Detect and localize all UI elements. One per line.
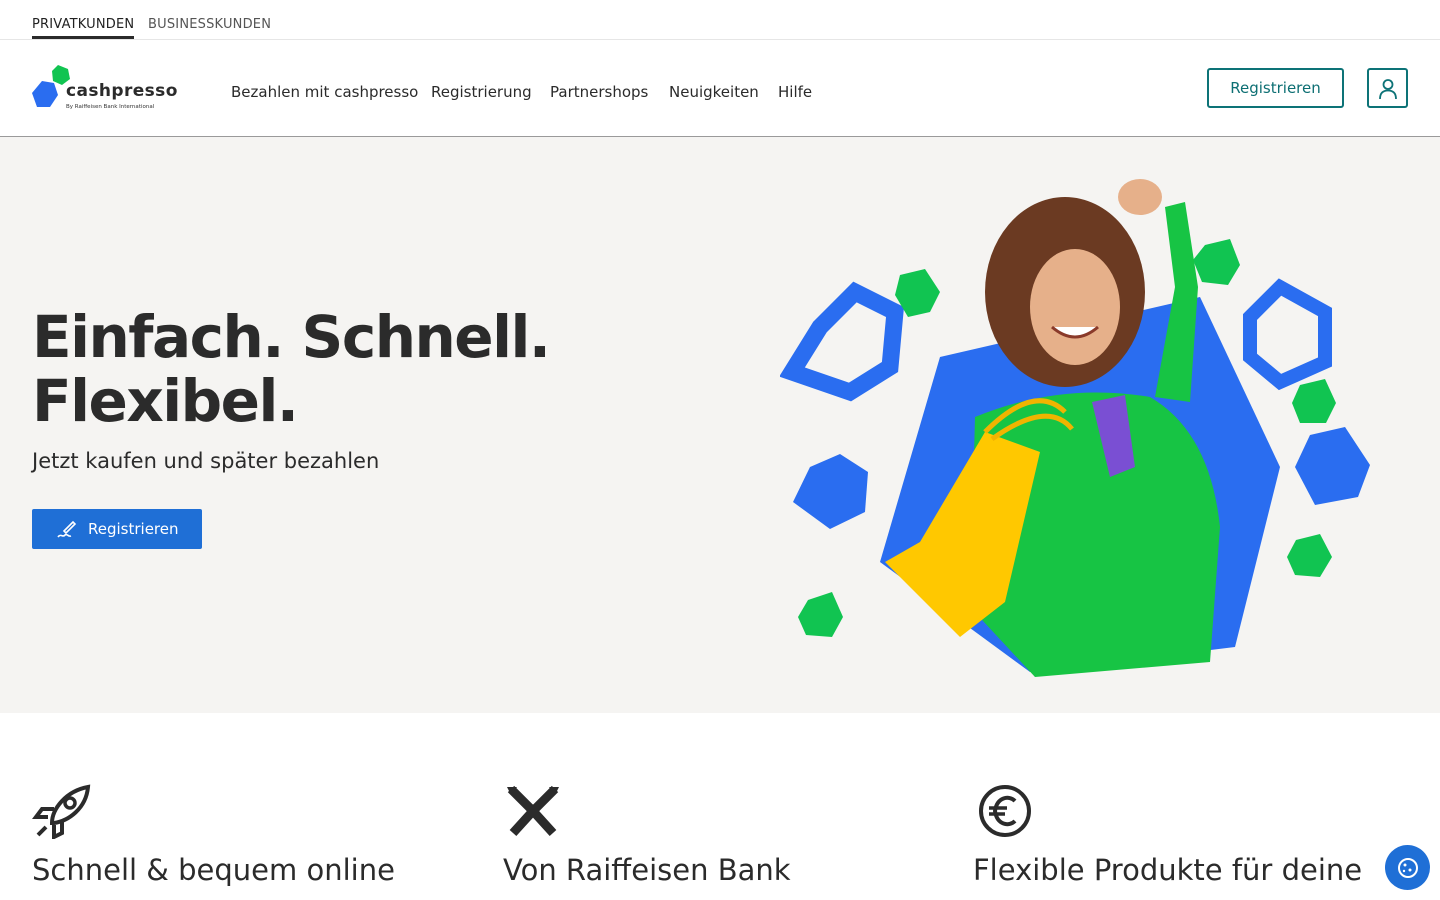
cookie-settings-button[interactable] bbox=[1385, 845, 1430, 890]
main-header: cashpresso By Raiffeisen Bank Internatio… bbox=[0, 40, 1440, 137]
hero-title-line1: Einfach. Schnell. bbox=[32, 303, 551, 371]
cashpresso-logo[interactable]: cashpresso By Raiffeisen Bank Internatio… bbox=[32, 63, 177, 115]
segment-privatkunden[interactable]: PRIVATKUNDEN bbox=[32, 16, 135, 39]
nav-neuigkeiten[interactable]: Neuigkeiten bbox=[669, 83, 759, 101]
rocket-icon bbox=[32, 784, 91, 839]
nav-registrierung[interactable]: Registrierung bbox=[431, 83, 532, 101]
hero-illustration bbox=[780, 179, 1370, 677]
segment-bar: PRIVATKUNDEN BUSINESSKUNDEN bbox=[0, 0, 1440, 40]
hero-title: Einfach. Schnell. Flexibel. bbox=[32, 305, 632, 433]
feature-title-schnell: Schnell & bequem online bbox=[32, 853, 395, 887]
header-register-button[interactable]: Registrieren bbox=[1207, 68, 1344, 108]
feature-title-raiffeisen: Von Raiffeisen Bank bbox=[503, 853, 791, 887]
features-section: Schnell & bequem online Von Raiffeisen B… bbox=[0, 713, 1440, 900]
login-button[interactable] bbox=[1367, 68, 1408, 108]
hero-register-button[interactable]: Registrieren bbox=[32, 509, 202, 549]
feature-title-flexibel: Flexible Produkte für deine bbox=[973, 853, 1363, 887]
nav-hilfe[interactable]: Hilfe bbox=[778, 83, 812, 101]
logo-wordmark: cashpresso bbox=[66, 81, 178, 101]
segment-businesskunden[interactable]: BUSINESSKUNDEN bbox=[148, 16, 271, 33]
hero-section: Einfach. Schnell. Flexibel. Jetzt kaufen… bbox=[0, 137, 1440, 713]
logo-subline: By Raiffeisen Bank International bbox=[66, 104, 155, 110]
nav-bezahlen[interactable]: Bezahlen mit cashpresso bbox=[231, 83, 418, 101]
euro-icon bbox=[979, 785, 1031, 837]
hero-register-label: Registrieren bbox=[88, 520, 179, 538]
cookie-icon bbox=[1398, 858, 1418, 878]
user-icon bbox=[1379, 79, 1397, 100]
hero-subtitle: Jetzt kaufen und später bezahlen bbox=[32, 449, 380, 473]
raiffeisen-icon bbox=[507, 785, 559, 837]
signature-pen-icon bbox=[57, 520, 77, 538]
hero-title-line2: Flexibel. bbox=[32, 367, 299, 435]
nav-partnershops[interactable]: Partnershops bbox=[550, 83, 648, 101]
